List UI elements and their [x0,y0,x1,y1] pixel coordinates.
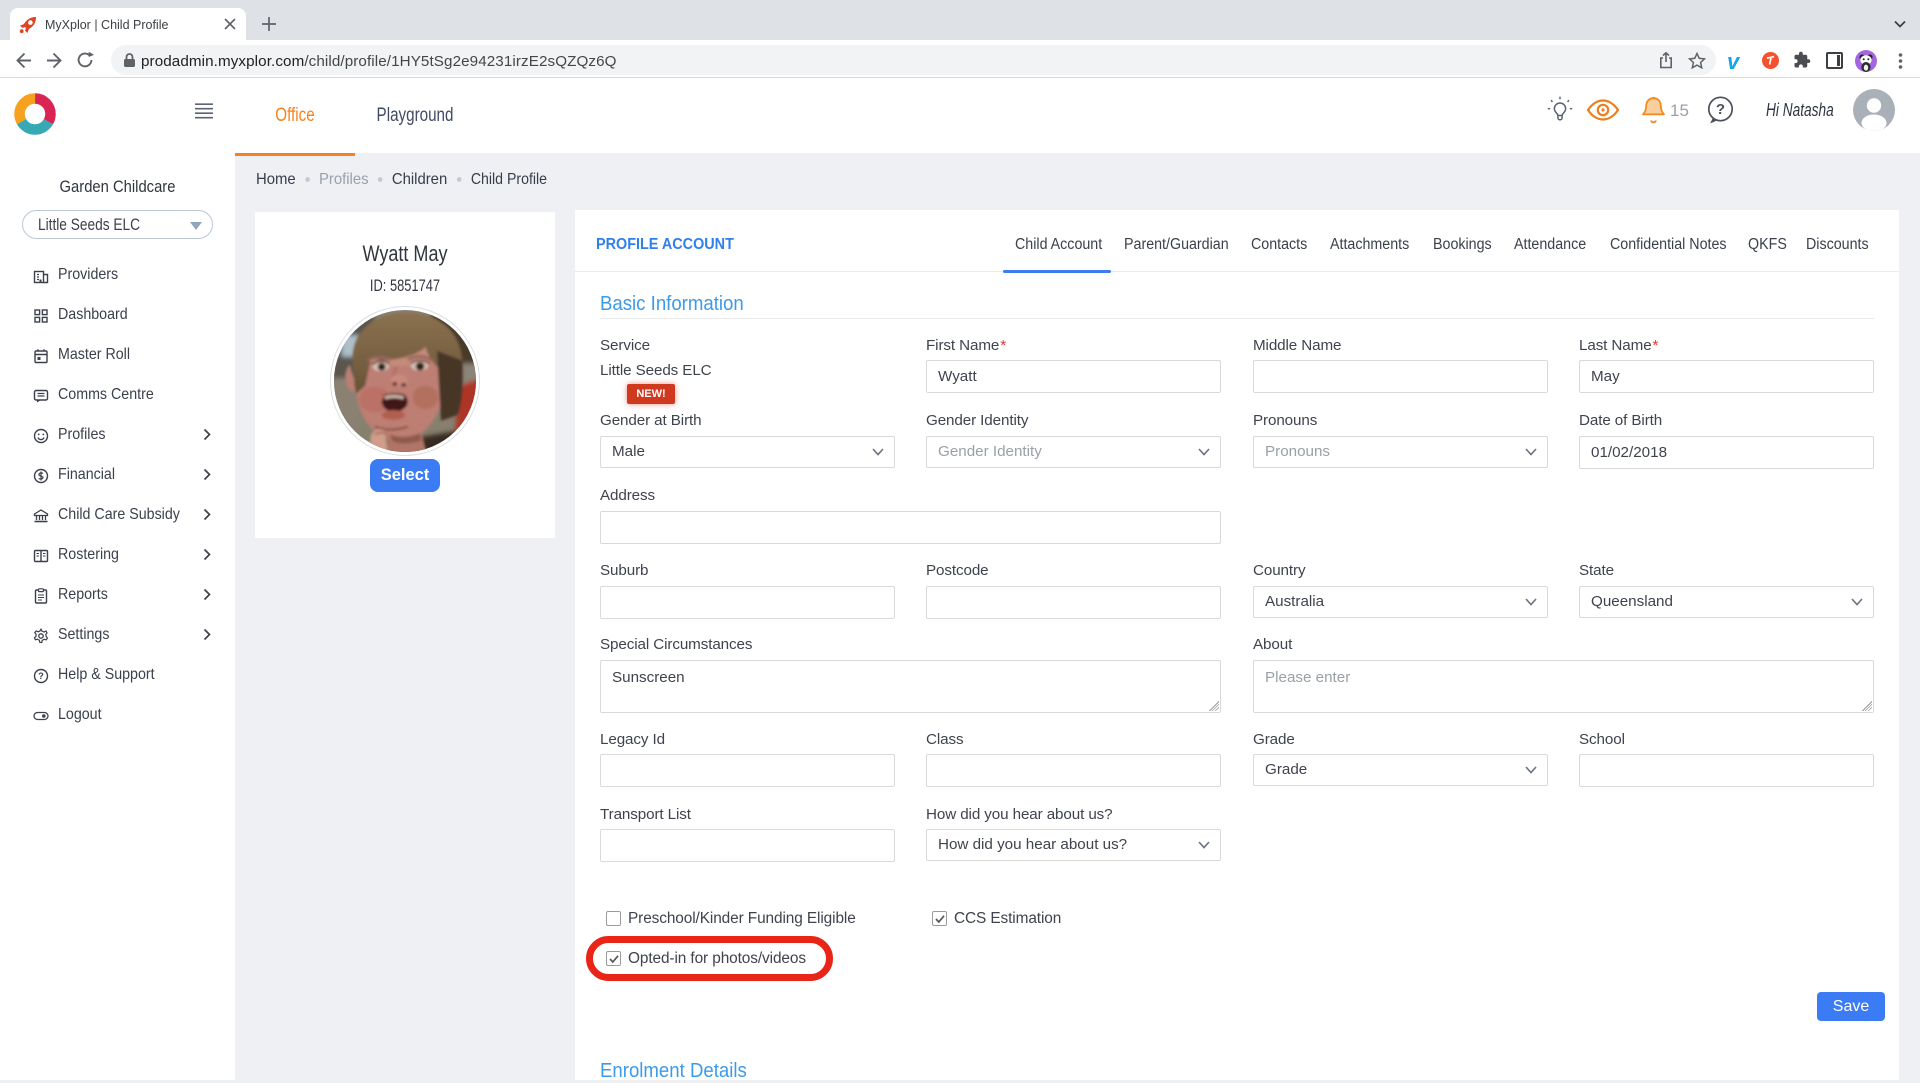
svg-text:?: ? [38,671,44,681]
svg-text:?: ? [1716,101,1725,118]
